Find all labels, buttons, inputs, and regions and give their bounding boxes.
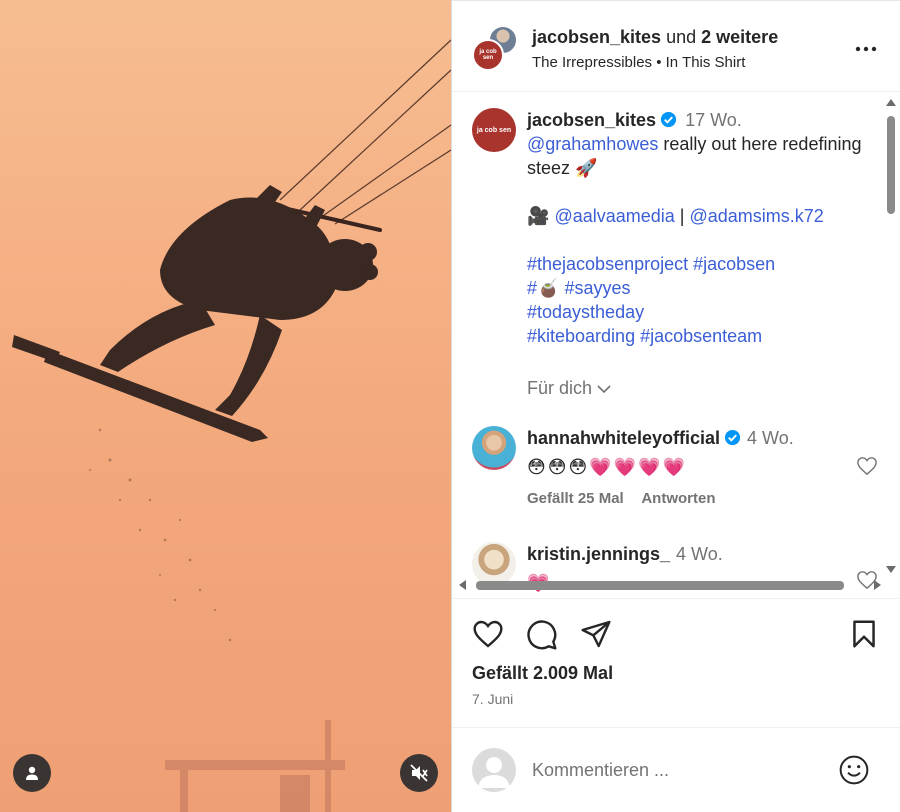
comment-time[interactable]: 4 Wo. [676,544,723,564]
reply-button[interactable]: Antworten [641,490,715,507]
save-button[interactable] [850,619,878,654]
hashtag-link[interactable]: # [527,278,537,298]
likes-count[interactable]: Gefällt 2.009 Mal [472,663,613,684]
comment-input[interactable] [532,756,822,784]
scroll-left-icon[interactable] [456,578,468,592]
scrollbar-thumb[interactable] [887,116,895,214]
tag-user-button[interactable] [13,754,51,792]
mention-link[interactable]: @aalvaamedia [554,206,674,226]
chevron-down-icon [597,385,611,394]
verified-icon [724,429,741,446]
emoji-icon [839,755,869,785]
post-media[interactable] [0,0,451,812]
hashtag-link[interactable]: #kiteboarding #jacobsenteam [527,326,762,346]
header-others[interactable]: 2 weitere [701,27,778,47]
default-avatar-icon [478,757,510,788]
heart-icon [857,457,877,476]
emoji-button[interactable] [838,754,870,791]
scrollbar-thumb[interactable] [476,581,844,590]
header-title: jacobsen_kites und 2 weitere [532,27,778,48]
more-options-button[interactable] [854,37,878,66]
heart-icon [473,620,503,648]
audio-label[interactable]: The Irrepressibles • In This Shirt [532,54,745,71]
like-button[interactable] [472,619,504,654]
comment-time[interactable]: 4 Wo. [747,428,794,448]
for-you-label: Für dich [527,378,593,398]
comment-avatar[interactable] [472,426,516,470]
action-bar: Gefällt 2.009 Mal 7. Juni [452,598,900,718]
brand-avatar: ja cob sen [472,39,504,71]
post-header: ja cob sen jacobsen_kites und 2 weitere … [452,0,900,92]
post-caption: jacobsen_kites 17 Wo. @grahamhowes really… [527,108,872,348]
hashtag-link[interactable]: #sayyes [564,278,630,298]
avatar-text: ja cob sen [476,126,512,134]
bookmark-icon [853,620,875,648]
comment-button[interactable] [526,619,558,656]
comment-composer [452,727,900,812]
comment-icon [527,620,557,650]
share-button[interactable] [580,619,612,654]
comment-username[interactable]: kristin.jennings_ [527,544,670,564]
mate-emoji: 🧉 [537,278,560,298]
vertical-scrollbar[interactable] [884,96,898,576]
post-date[interactable]: 7. Juni [472,691,513,707]
comment-text: 😳😳😳💗💗💗💗 [527,457,687,477]
caption-time[interactable]: 17 Wo. [685,110,742,130]
caption-username[interactable]: jacobsen_kites [527,110,656,130]
caption-avatar[interactable]: ja cob sen [472,108,516,152]
mention-link[interactable]: @adamsims.k72 [690,206,824,226]
horizontal-scrollbar[interactable] [456,578,884,592]
scroll-up-icon[interactable] [884,96,898,108]
tag-user-icon [26,766,38,780]
post-sidebar: ja cob sen jacobsen_kites und 2 weitere … [451,0,900,812]
mention-link[interactable]: @grahamhowes [527,134,658,154]
comment-username[interactable]: hannahwhiteleyofficial [527,428,720,448]
header-and: und [666,27,697,47]
hashtag-link[interactable]: #thejacobsenproject #jacobsen [527,254,775,274]
kiteboarder-photo [12,39,451,812]
like-comment-button[interactable] [856,456,878,481]
header-username[interactable]: jacobsen_kites [532,27,661,47]
avatar-text: ja cob sen [479,49,497,61]
scroll-right-icon[interactable] [872,578,884,592]
user-avatar [472,748,516,792]
comments-list[interactable]: ja cob sen jacobsen_kites 17 Wo. @grahamh… [452,92,900,597]
mute-button[interactable] [400,754,438,792]
more-icon [855,46,877,52]
scroll-down-icon[interactable] [884,564,898,576]
for-you-toggle[interactable]: Für dich [527,378,611,399]
comment-likes[interactable]: Gefällt 25 Mal [527,490,624,507]
collab-avatars[interactable]: ja cob sen [472,25,518,71]
share-icon [581,620,611,648]
hashtag-link[interactable]: #todaystheday [527,302,644,322]
mute-icon [410,764,428,782]
camera-emoji: 🎥 [527,206,550,226]
separator: | [679,206,685,226]
comment-item: hannahwhiteleyofficial 4 Wo. 😳😳😳💗💗💗💗 Gefä… [527,428,794,507]
verified-icon [661,111,677,128]
